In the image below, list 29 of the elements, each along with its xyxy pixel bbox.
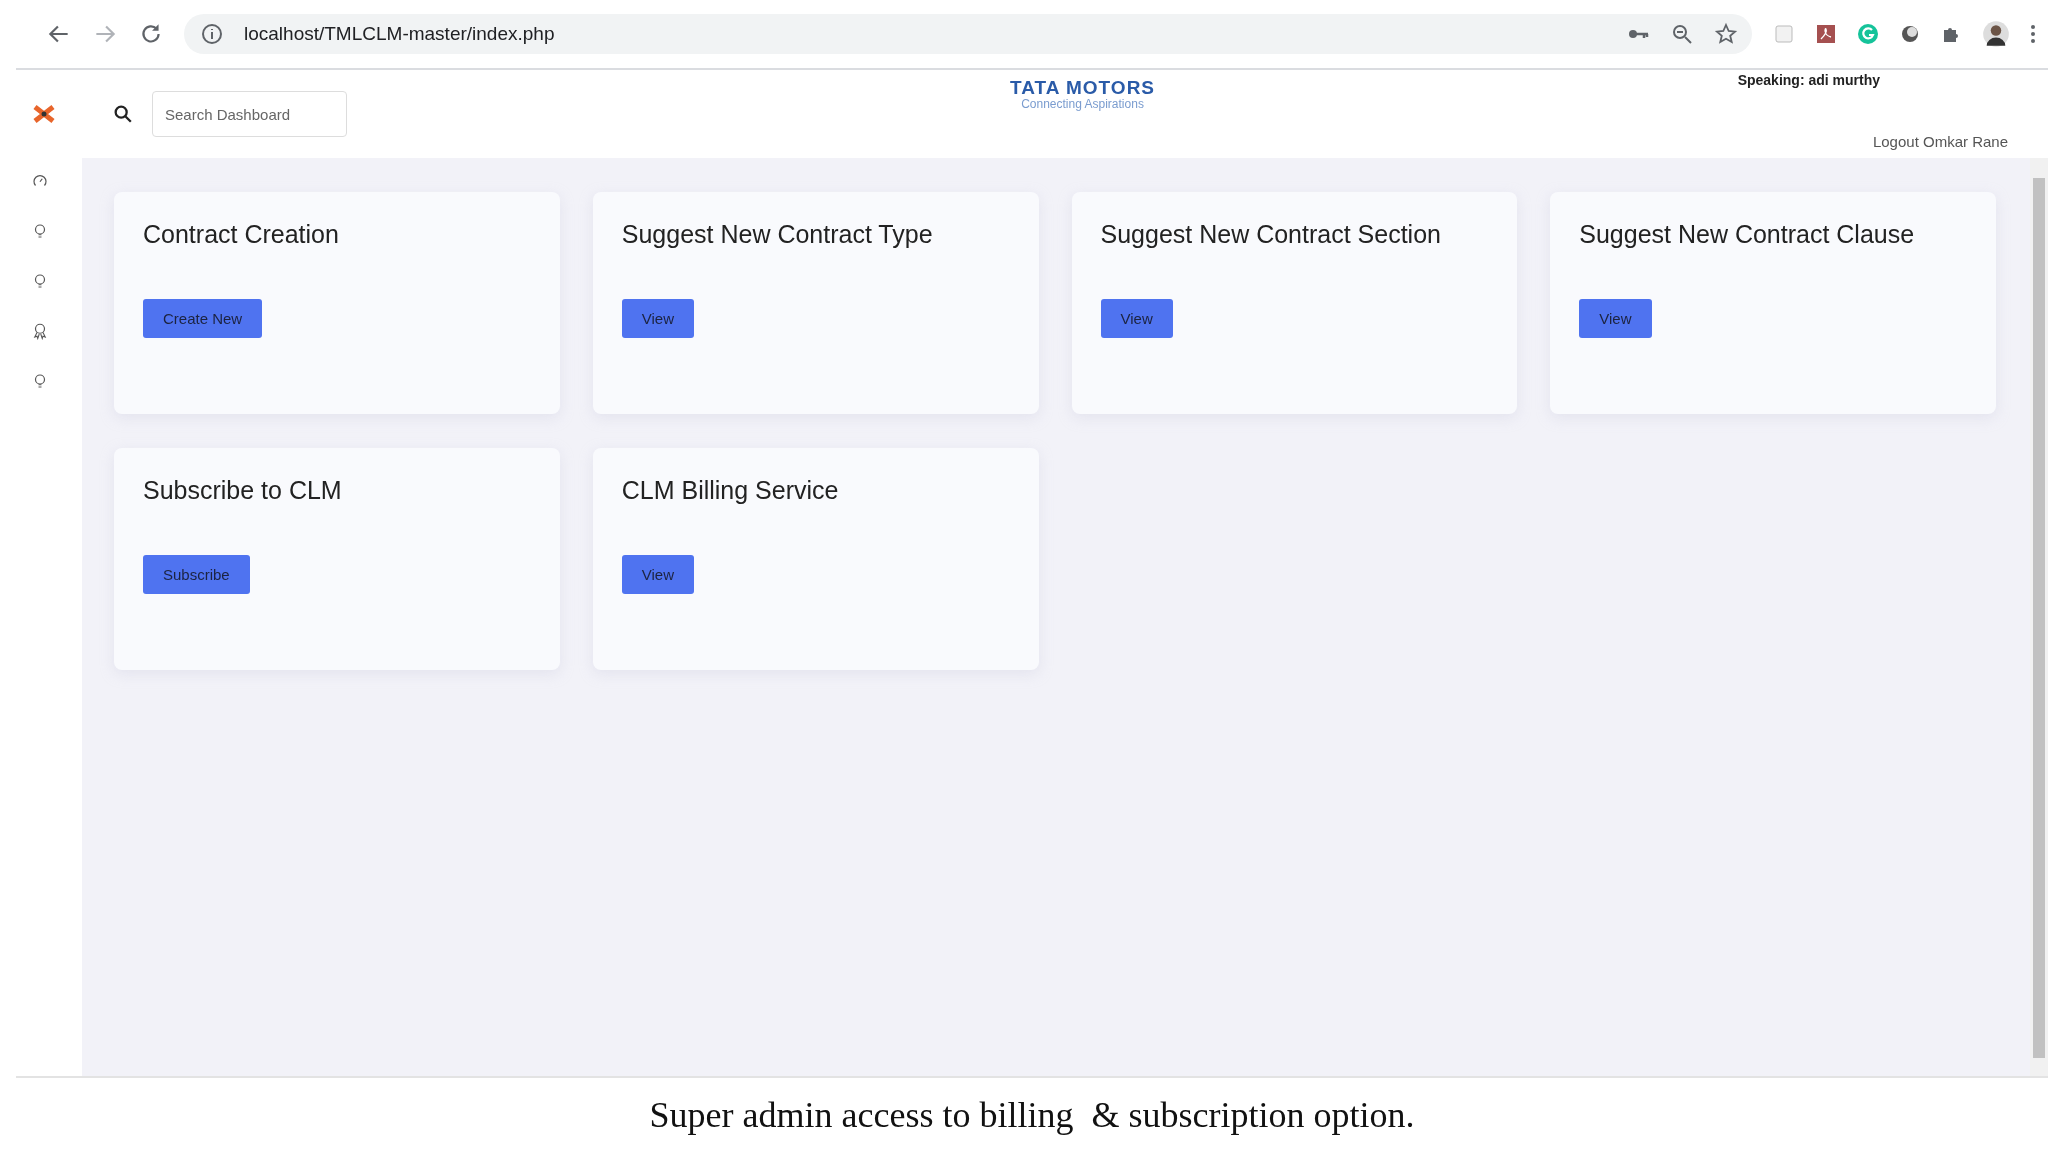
scrollbar[interactable] xyxy=(2030,158,2048,1076)
search-field[interactable]: Search Dashboard xyxy=(152,91,347,137)
card-title: Suggest New Contract Type xyxy=(621,220,933,249)
card-button[interactable]: Create New xyxy=(143,299,263,338)
card-title: Contract Creation xyxy=(143,220,339,249)
brand-tagline: Connecting Aspirations xyxy=(1021,98,1144,110)
zoom-out-icon[interactable] xyxy=(1670,22,1694,46)
info-icon[interactable] xyxy=(200,22,224,46)
search-icon[interactable] xyxy=(112,103,134,125)
card-title: Suggest New Contract Section xyxy=(1100,220,1441,249)
menu-icon[interactable] xyxy=(2028,22,2038,46)
card-button[interactable]: View xyxy=(621,299,694,338)
card-title: Suggest New Contract Clause xyxy=(1579,220,1915,249)
logout-link[interactable]: Logout Omkar Rane xyxy=(1872,133,2008,150)
url-text: localhost/TMLCLM-master/index.php xyxy=(244,23,555,45)
card-title: Subscribe to CLM xyxy=(143,476,342,505)
brand-name: TATA MOTORS xyxy=(1010,78,1156,98)
card-button[interactable]: View xyxy=(1100,299,1173,338)
award-icon[interactable] xyxy=(31,322,49,340)
card-button[interactable]: Subscribe xyxy=(143,555,250,594)
address-bar[interactable]: localhost/TMLCLM-master/index.php xyxy=(184,14,1752,54)
logo-icon[interactable] xyxy=(32,102,56,126)
card-button[interactable]: View xyxy=(621,555,694,594)
card-title: CLM Billing Service xyxy=(621,476,839,505)
star-icon[interactable] xyxy=(1714,22,1738,46)
caption-text: Super admin access to billing & subscription option. xyxy=(649,1094,1415,1136)
avatar-icon[interactable] xyxy=(1982,20,2010,48)
pdf-icon[interactable] xyxy=(1814,22,1838,46)
card-button[interactable]: View xyxy=(1579,299,1652,338)
